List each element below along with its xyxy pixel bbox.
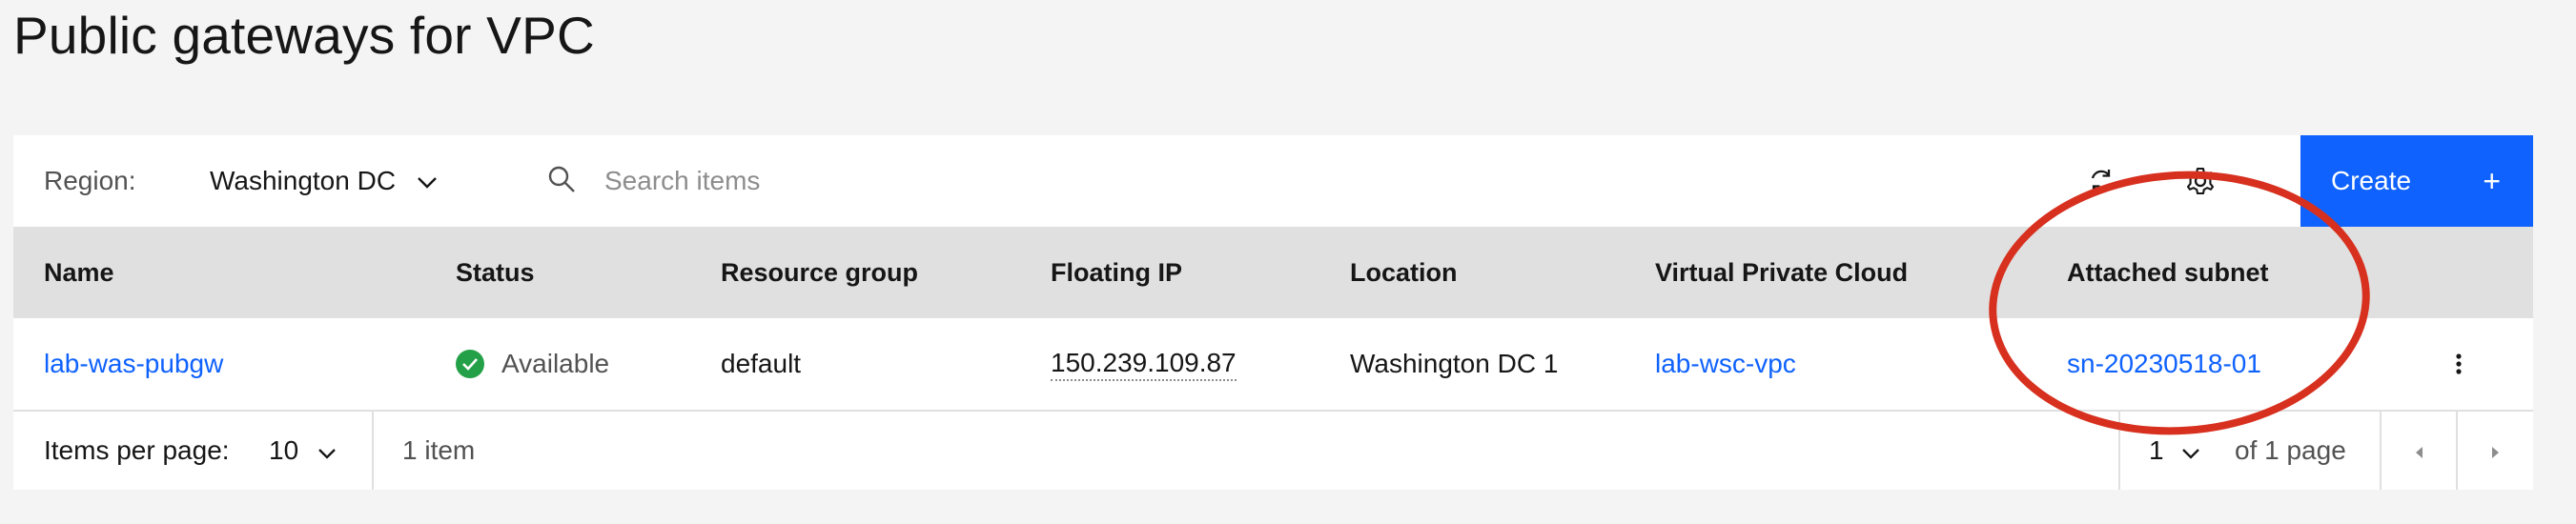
- create-label: Create: [2331, 166, 2412, 195]
- search-icon: [547, 165, 576, 198]
- vpc-link[interactable]: lab-wsc-vpc: [1655, 318, 1796, 410]
- column-header-location[interactable]: Location: [1350, 227, 1458, 318]
- items-per-page-value: 10: [269, 435, 299, 465]
- plus-icon: +: [2483, 163, 2501, 198]
- region-label: Region:: [44, 166, 136, 195]
- items-per-page-select[interactable]: 10: [269, 412, 337, 490]
- gateway-name-link[interactable]: lab-was-pubgw: [44, 318, 223, 410]
- divider: [2118, 412, 2120, 490]
- page-value: 1: [2149, 435, 2164, 465]
- region-value: Washington DC: [210, 166, 397, 195]
- chevron-down-icon: [317, 435, 337, 466]
- column-header-vpc[interactable]: Virtual Private Cloud: [1655, 227, 1908, 318]
- items-per-page-label: Items per page:: [44, 435, 230, 465]
- column-header-attached-subnet[interactable]: Attached subnet: [2067, 227, 2269, 318]
- region-dropdown[interactable]: Washington DC: [210, 166, 438, 196]
- search-bar: [547, 165, 1272, 198]
- create-button[interactable]: Create +: [2300, 135, 2533, 227]
- status-cell: Available: [456, 318, 609, 410]
- column-header-floating-ip[interactable]: Floating IP: [1051, 227, 1182, 318]
- page-title: Public gateways for VPC: [13, 6, 595, 65]
- page-total: of 1 page: [2235, 435, 2346, 465]
- status-text: Available: [501, 349, 610, 378]
- next-page-button[interactable]: [2458, 412, 2533, 490]
- floating-ip-cell: 150.239.109.87: [1051, 318, 1237, 410]
- floating-ip-value[interactable]: 150.239.109.87: [1051, 347, 1237, 381]
- pagination: Items per page: 10 1 item 1 of 1 page: [13, 412, 2533, 490]
- data-table: Region: Washington DC Search items Creat…: [13, 135, 2533, 490]
- location-cell: Washington DC 1: [1350, 349, 1559, 378]
- column-header-resource-group[interactable]: Resource group: [721, 227, 918, 318]
- table-row: lab-was-pubgw Available default 150.239.…: [13, 318, 2533, 412]
- table-header: Name Status Resource group Floating IP L…: [13, 227, 2533, 318]
- search-input[interactable]: [604, 166, 1272, 196]
- chevron-down-icon: [2181, 435, 2200, 466]
- item-count: 1 item: [402, 435, 476, 465]
- resource-group-cell: default: [721, 349, 802, 378]
- chevron-down-icon: [417, 166, 438, 196]
- previous-page-button[interactable]: [2382, 412, 2456, 490]
- overflow-menu-icon[interactable]: [2440, 345, 2478, 383]
- page-select[interactable]: 1: [2149, 412, 2200, 490]
- column-header-status[interactable]: Status: [456, 227, 535, 318]
- table-toolbar: Region: Washington DC Search items Creat…: [13, 135, 2533, 227]
- caret-right-icon: [2491, 435, 2501, 466]
- caret-left-icon: [2414, 435, 2423, 466]
- gear-icon[interactable]: [2181, 162, 2219, 200]
- refresh-icon[interactable]: [2082, 162, 2120, 200]
- divider: [372, 412, 374, 490]
- check-circle-icon: [456, 350, 484, 378]
- attached-subnet-link[interactable]: sn-20230518-01: [2067, 318, 2261, 410]
- column-header-name[interactable]: Name: [44, 227, 114, 318]
